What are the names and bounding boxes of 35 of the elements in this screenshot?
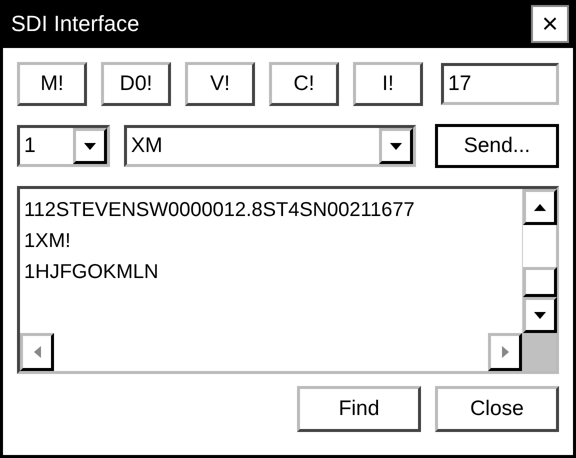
command-dropdown[interactable]: XM xyxy=(124,125,416,167)
scroll-down-button[interactable] xyxy=(523,297,557,333)
dialog-button[interactable]: Close xyxy=(435,386,559,432)
caret-icon xyxy=(84,142,96,150)
log-line: 1XM! xyxy=(24,229,72,254)
scroll-left-button[interactable] xyxy=(20,333,54,371)
dropdown-value: XM xyxy=(130,134,162,158)
log-line: 1HJFGOKMLN xyxy=(24,260,160,285)
scroll-right-button[interactable] xyxy=(488,333,522,371)
sensor-dropdown[interactable]: 1 xyxy=(17,125,110,167)
down-arrow-icon xyxy=(534,312,546,318)
scroll-up-button[interactable] xyxy=(523,189,557,225)
dropdown-arrow-button[interactable] xyxy=(379,128,413,164)
dropdown-arrow-button[interactable] xyxy=(73,128,107,164)
right-arrow-icon xyxy=(502,346,508,358)
log-line: 112STEVENSW0000012.8ST4SN00211677 xyxy=(24,198,416,223)
horizontal-scrollbar[interactable] xyxy=(20,333,522,371)
address-field[interactable]: 17 xyxy=(441,63,559,105)
vertical-scrollbar[interactable] xyxy=(522,189,556,333)
scroll-thumb[interactable] xyxy=(523,267,557,297)
command-button[interactable]: I! xyxy=(353,62,423,106)
scrollbar-corner xyxy=(522,333,556,371)
left-arrow-icon xyxy=(34,346,40,358)
command-button[interactable]: V! xyxy=(185,62,255,106)
window-title: SDI Interface xyxy=(11,11,140,37)
caret-icon xyxy=(390,142,402,150)
log-textbox[interactable]: 112STEVENSW0000012.8ST4SN00211677 1XM! 1HJFGOKMLN xyxy=(17,186,559,374)
up-arrow-icon xyxy=(534,204,546,210)
dialog-button[interactable]: Find xyxy=(297,386,421,432)
command-button[interactable]: M! xyxy=(17,62,87,106)
command-button[interactable]: C! xyxy=(269,62,339,106)
command-button[interactable]: D0! xyxy=(101,62,171,106)
close-button[interactable]: × xyxy=(531,5,569,43)
send-button[interactable]: Send... xyxy=(435,124,559,168)
dropdown-value: 1 xyxy=(23,134,36,158)
